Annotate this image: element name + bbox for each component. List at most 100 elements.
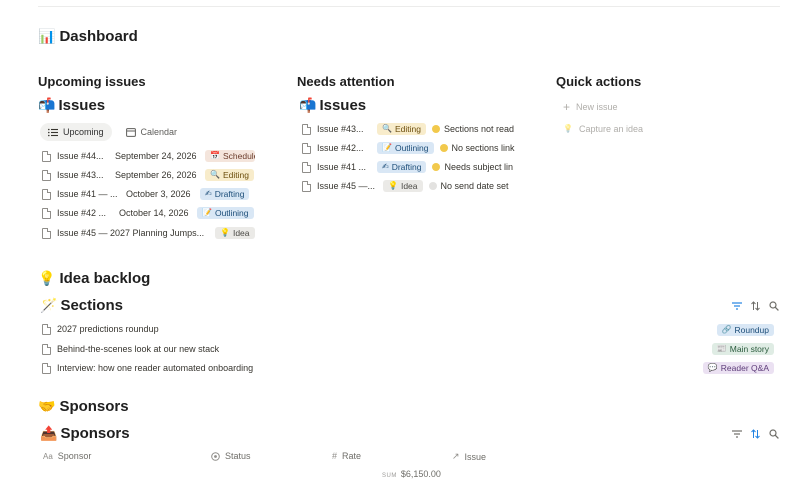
sponsors-db-title[interactable]: 📤 Sponsors [40, 425, 130, 442]
page-icon [42, 207, 51, 219]
section-name: Behind-the-scenes look at our new stack [57, 344, 220, 354]
sponsors-toolbar [732, 429, 779, 439]
list-item[interactable]: Issue #43... September 26, 2026 🔍 Editing [42, 167, 254, 183]
view-tabs: Upcoming Calendar [40, 123, 185, 141]
page-icon [42, 323, 51, 335]
flag-text: No sections link [451, 143, 515, 153]
status-badge: 💡 Idea [383, 180, 423, 192]
magnifier-icon: 🔍 [382, 124, 392, 133]
text-type-icon: Aa [43, 451, 53, 461]
page-icon [302, 180, 311, 192]
calendar-icon: 📅 [210, 151, 220, 160]
sort-icon[interactable] [751, 429, 760, 439]
issue-date: September 26, 2026 [115, 170, 197, 180]
status-badge: 🔍 Editing [205, 169, 254, 181]
relation-arrow-icon: ↗ [452, 451, 460, 461]
list-item[interactable]: Issue #45 — 2027 Planning Jumps... 💡 Idea [42, 225, 255, 241]
list-item[interactable]: Issue #44... September 24, 2026 📅 Schedul… [42, 148, 255, 164]
page-icon [42, 227, 51, 239]
list-item[interactable]: Issue #45 —... 💡 Idea No send date set [302, 178, 516, 194]
upcoming-db-title[interactable]: 📬 Issues [38, 97, 105, 114]
page-icon [302, 142, 311, 154]
attention-db-title[interactable]: 📬 Issues [299, 97, 366, 114]
warning-dot-icon [432, 163, 441, 171]
mailbox-icon: 📬 [299, 97, 317, 114]
list-item[interactable]: Issue #42... 📝 Outlining No sections link [302, 140, 516, 156]
status-badge: 🔍 Editing [377, 123, 426, 135]
rate-sum[interactable]: SUM $6,150.00 [382, 469, 441, 479]
list-item[interactable]: Behind-the-scenes look at our new stack [42, 341, 219, 357]
speech-bubble-icon: 💬 [707, 363, 718, 372]
status-badge: ✍ Drafting [200, 188, 250, 200]
bulb-icon: 💡 [388, 181, 398, 190]
tab-label: Upcoming [63, 127, 104, 137]
search-icon[interactable] [769, 301, 779, 311]
status-badge: 📝 Outlining [377, 142, 434, 154]
issue-name: Issue #43... [317, 124, 364, 134]
plus-icon: + [563, 100, 571, 114]
new-issue-button[interactable]: + New issue [563, 101, 618, 113]
sponsors-heading: 🤝 Sponsors [38, 398, 129, 415]
writing-hand-icon: ✍ [382, 162, 389, 171]
attention-heading: Needs attention [297, 74, 395, 89]
calendar-icon [125, 128, 136, 137]
issue-name: Issue #45 —... [317, 181, 376, 191]
column-header-issue[interactable]: ↗ Issue [452, 451, 486, 462]
magnifier-icon: 🔍 [210, 170, 220, 179]
quick-actions-heading: Quick actions [556, 74, 642, 89]
issue-name: Issue #43... [57, 170, 104, 180]
filter-icon[interactable] [732, 430, 742, 438]
list-item[interactable]: 2027 predictions roundup [42, 321, 159, 337]
heading-text: Idea backlog [59, 270, 151, 287]
magic-wand-icon: 🪄 [40, 297, 58, 314]
list-item[interactable]: Issue #41 — ... October 3, 2026 ✍ Draftin… [42, 186, 250, 202]
list-item[interactable]: Issue #43... 🔍 Editing Sections not read [302, 121, 516, 137]
capture-idea-button[interactable]: 💡 Capture an idea [563, 124, 643, 134]
number-type-icon: # [332, 451, 338, 461]
issue-name: Issue #44... [57, 151, 104, 161]
handshake-icon: 🤝 [38, 398, 56, 415]
section-type-badge: 💬 Reader Q&A [702, 362, 774, 374]
issue-date: October 3, 2026 [126, 189, 191, 199]
list-icon [48, 128, 58, 136]
flag-text: No send date set [440, 181, 509, 191]
upcoming-heading: Upcoming issues [38, 74, 146, 89]
newspaper-icon: 📰 [716, 344, 727, 353]
flag-text: Sections not read [443, 124, 515, 134]
tab-calendar[interactable]: Calendar [118, 123, 186, 141]
search-icon[interactable] [769, 429, 779, 439]
issue-date: September 24, 2026 [115, 151, 197, 161]
top-divider [38, 6, 780, 7]
column-header-status[interactable]: Status [211, 451, 251, 461]
column-header-rate[interactable]: # Rate [332, 451, 361, 461]
tab-upcoming[interactable]: Upcoming [40, 123, 112, 141]
chart-icon: 📊 [38, 28, 56, 45]
list-item[interactable]: Issue #42 ... October 14, 2026 📝 Outlinin… [42, 205, 254, 221]
list-item[interactable]: Interview: how one reader automated onbo… [42, 360, 253, 376]
status-badge: 💡 Idea [215, 227, 255, 239]
column-header-sponsor[interactable]: Aa Sponsor [43, 451, 91, 461]
memo-icon: 📝 [202, 208, 212, 217]
issue-name: Issue #42 ... [57, 208, 107, 218]
list-item[interactable]: Issue #41 ... ✍ Drafting Needs subject li… [302, 159, 516, 175]
tab-label: Calendar [140, 127, 178, 137]
page-icon [302, 123, 311, 135]
page-icon [42, 150, 51, 162]
filter-icon[interactable] [732, 302, 742, 310]
page-icon [42, 343, 51, 355]
neutral-dot-icon [428, 182, 437, 190]
page-title-text: Dashboard [59, 28, 138, 45]
bulb-icon: 💡 [38, 270, 56, 287]
section-type-badge: 📰 Main story [711, 343, 774, 355]
sections-db-title[interactable]: 🪄 Sections [40, 297, 123, 314]
status-badge: 📝 Outlining [197, 207, 254, 219]
status-badge: ✍ Drafting [377, 161, 427, 173]
writing-hand-icon: ✍ [205, 189, 212, 198]
idea-backlog-heading: 💡 Idea backlog [38, 270, 150, 287]
db-title-text: Sponsors [60, 425, 130, 442]
status-badge: 📅 Schedule [205, 150, 255, 162]
bulb-icon: 💡 [220, 228, 230, 237]
sum-value: $6,150.00 [400, 469, 441, 479]
section-name: Interview: how one reader automated onbo… [57, 363, 254, 373]
sort-icon[interactable] [751, 301, 760, 311]
